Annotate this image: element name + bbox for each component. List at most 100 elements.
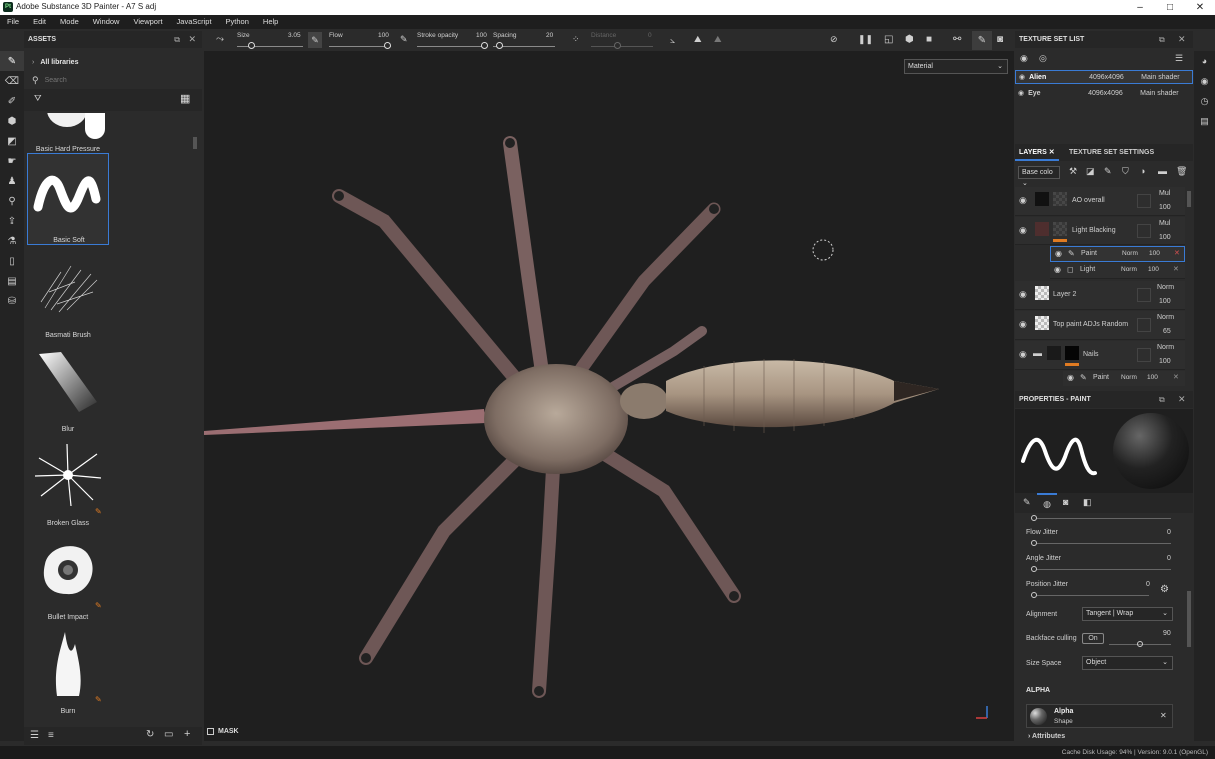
size-slider-knob[interactable] (248, 42, 255, 49)
size-value[interactable]: 3.05 (288, 32, 301, 39)
assets-scrollbar[interactable] (193, 137, 197, 149)
polygon-fill-tool-icon[interactable]: ◩ (0, 131, 24, 151)
backface-culling-value[interactable]: 90 (1163, 630, 1171, 637)
layer-color-box[interactable] (1137, 288, 1151, 302)
material-picker-icon[interactable]: ⚗ (0, 231, 24, 251)
layer-row[interactable]: ◉ Light Blacking Mul 100 (1015, 217, 1185, 245)
remove-alpha-icon[interactable]: ✕ (1160, 711, 1167, 720)
layer-color-box[interactable] (1137, 224, 1151, 238)
minimize-button[interactable]: – (1125, 0, 1155, 15)
slider-track[interactable] (1037, 518, 1171, 519)
size-space-dropdown[interactable]: Object ⌄ (1082, 656, 1173, 670)
projection-tool-icon[interactable]: ✐ (0, 91, 24, 111)
layer-color-box[interactable] (1137, 348, 1151, 362)
brush-thumb[interactable]: ✎ Broken Glass (27, 435, 109, 527)
alpha-tab-icon[interactable]: ◍ (1037, 493, 1057, 513)
brush-thumb[interactable]: Blur (27, 341, 109, 433)
float-panel-icon[interactable]: ⧉ (174, 35, 180, 45)
backface-culling-toggle[interactable]: On (1082, 633, 1104, 644)
camera-mode-icon[interactable]: ◱ (884, 34, 893, 45)
paint-brush-tool-icon[interactable]: ✎ (0, 51, 24, 71)
angle-jitter-value[interactable]: 0 (1167, 555, 1171, 562)
remove-effect-icon[interactable]: ✕ (1173, 373, 1179, 381)
flow-value[interactable]: 100 (378, 32, 389, 39)
layer-opacity[interactable]: 65 (1163, 328, 1171, 335)
position-jitter-value[interactable]: 0 (1146, 581, 1150, 588)
refresh-icon[interactable]: ↻ (146, 729, 154, 740)
display-settings-icon[interactable]: ◕ (1194, 51, 1215, 71)
stroke-opacity-slider[interactable] (417, 46, 487, 47)
flow-jitter-track[interactable] (1037, 543, 1171, 544)
menu-mode[interactable]: Mode (53, 15, 86, 29)
brush-thumb[interactable]: Basmati Brush (27, 247, 109, 339)
grid-view-icon[interactable]: ▦ (180, 92, 190, 105)
list-view-icon[interactable]: ☰ (30, 730, 39, 741)
ruler-tool-icon[interactable]: ▯ (0, 251, 24, 271)
texture-set-row[interactable]: ◉ Eye 4096x4096 Main shader (1015, 86, 1193, 100)
bake-tool-icon[interactable]: ⇪ (0, 211, 24, 231)
add-effect-icon[interactable]: ⚒ (1069, 166, 1077, 177)
float-panel-icon[interactable]: ⧉ (1159, 395, 1165, 405)
close-button[interactable]: ✕ (1185, 0, 1215, 15)
document-tool-icon[interactable]: ▤ (0, 271, 24, 291)
properties-scrollbar[interactable] (1187, 591, 1191, 647)
stroke-icon[interactable]: ⁘ (572, 34, 580, 45)
pause-icon[interactable]: ❚❚ (858, 34, 873, 45)
stencil-tab-icon[interactable]: ◙ (1063, 497, 1068, 507)
mask-toggle[interactable]: MASK (207, 728, 239, 735)
search-bar[interactable]: ⚲ (24, 73, 202, 87)
camera-icon[interactable]: ■ (926, 34, 932, 45)
brush-thumb[interactable]: ✎ Burn (27, 623, 109, 715)
layer-row[interactable]: ◉ Layer 2 Norm 100 (1015, 281, 1185, 310)
layer-row[interactable]: ◉ AO overall Mul 100 (1015, 187, 1185, 216)
view-cube-icon[interactable]: ⬢ (905, 34, 914, 45)
effect-row[interactable]: ◉ ◻ Light Norm 100 ✕ (1050, 263, 1185, 279)
layer-blend[interactable]: Mul (1159, 220, 1170, 227)
material-tab-icon[interactable]: ◧ (1083, 497, 1092, 508)
add-mask-icon[interactable]: ◪ (1086, 166, 1095, 177)
log-icon[interactable]: ▤ (1194, 111, 1215, 131)
backface-angle-knob[interactable] (1137, 641, 1143, 647)
flow-slider[interactable] (329, 46, 391, 47)
new-folder-icon[interactable]: ▭ (164, 729, 173, 740)
geometry-fill-tool-icon[interactable]: ⬢ (0, 111, 24, 131)
close-panel-icon[interactable]: ✕ (1178, 34, 1186, 45)
folder-row[interactable]: ◉ ▬ Nails Norm 100 (1015, 341, 1185, 370)
screenshot-icon[interactable]: ◙ (997, 34, 1003, 45)
eye-icon[interactable]: ◉ (1019, 349, 1027, 360)
eye-icon[interactable]: ◉ (1019, 225, 1027, 236)
hide-icon[interactable]: ⊘ (830, 34, 838, 45)
brush-thumb[interactable]: Basic Hard Pressure (27, 113, 109, 153)
layer-blend[interactable]: Norm (1157, 344, 1174, 351)
effect-blend[interactable]: Norm (1121, 266, 1137, 273)
menu-icon[interactable]: ☰ (1175, 53, 1183, 64)
eye-icon[interactable]: ◉ (1019, 195, 1027, 206)
layer-row[interactable]: ◉ Top paint ADJs Random Norm 65 (1015, 311, 1185, 340)
close-panel-icon[interactable]: ✕ (188, 34, 196, 45)
effect-blend[interactable]: Norm (1121, 374, 1137, 381)
layer-blend[interactable]: Norm (1157, 284, 1174, 291)
add-paint-layer-icon[interactable]: ✎ (1104, 166, 1112, 177)
viewport-3d[interactable]: Material ⌄ MASK (204, 51, 1014, 741)
add-folder-icon[interactable]: ▬ (1158, 166, 1167, 176)
eye-icon[interactable]: ◉ (1018, 89, 1024, 97)
sort-icon[interactable]: ≡ (48, 730, 54, 741)
eye-icon[interactable]: ◉ (1019, 319, 1027, 330)
spacing-slider-knob[interactable] (496, 42, 503, 49)
effect-opacity[interactable]: 100 (1147, 374, 1158, 381)
position-jitter-track[interactable] (1037, 595, 1149, 596)
brush-thumb-selected[interactable]: Basic Soft (27, 153, 109, 245)
paint-mode-icon[interactable]: ✎ (972, 31, 992, 50)
alpha-slot[interactable]: Alpha Shape ✕ (1026, 704, 1173, 728)
attributes-toggle[interactable]: › Attributes (1028, 733, 1065, 740)
menu-javascript[interactable]: JavaScript (170, 15, 219, 29)
effect-opacity[interactable]: 100 (1149, 250, 1160, 257)
angle-jitter-track[interactable] (1037, 569, 1171, 570)
size-slider[interactable] (237, 46, 303, 47)
eye-icon[interactable]: ◉ (1019, 289, 1027, 300)
tab-texture-set-settings[interactable]: TEXTURE SET SETTINGS (1069, 144, 1154, 161)
mirror-icon[interactable]: ⛰ (714, 34, 722, 45)
delete-layer-icon[interactable]: 🗑 (1176, 166, 1187, 177)
stroke-opacity-knob[interactable] (481, 42, 488, 49)
add-fill-layer-icon[interactable]: ⛉ (1122, 166, 1129, 177)
